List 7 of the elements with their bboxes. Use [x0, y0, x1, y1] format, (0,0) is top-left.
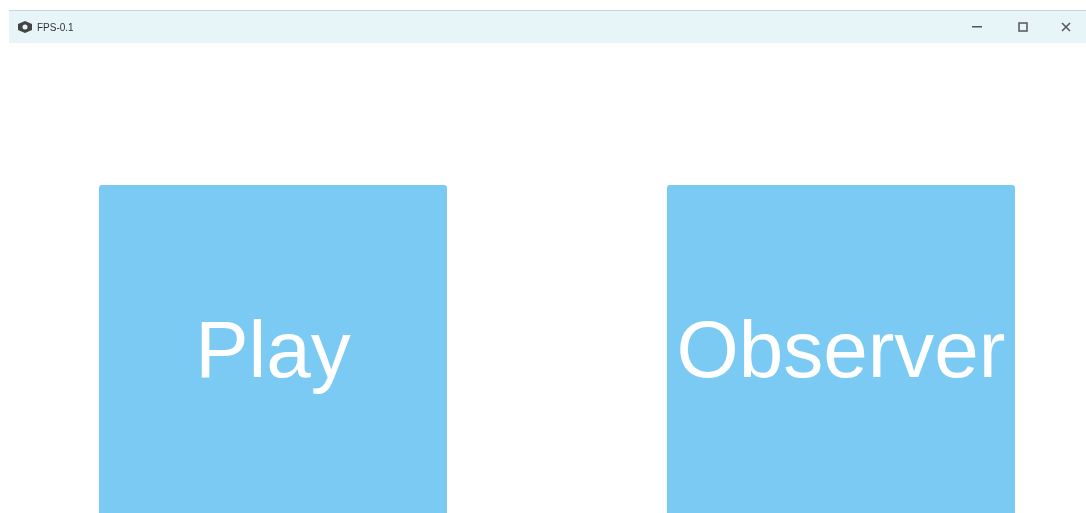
- menu-button[interactable]: Observer: [667, 185, 1015, 513]
- app-logo-icon: [17, 20, 33, 34]
- minimize-icon: [972, 26, 982, 28]
- maximize-icon: [1018, 22, 1028, 32]
- window-title: FPS-0.1: [37, 20, 74, 35]
- close-icon: [1061, 22, 1071, 32]
- menu-button[interactable]: Play: [99, 185, 447, 513]
